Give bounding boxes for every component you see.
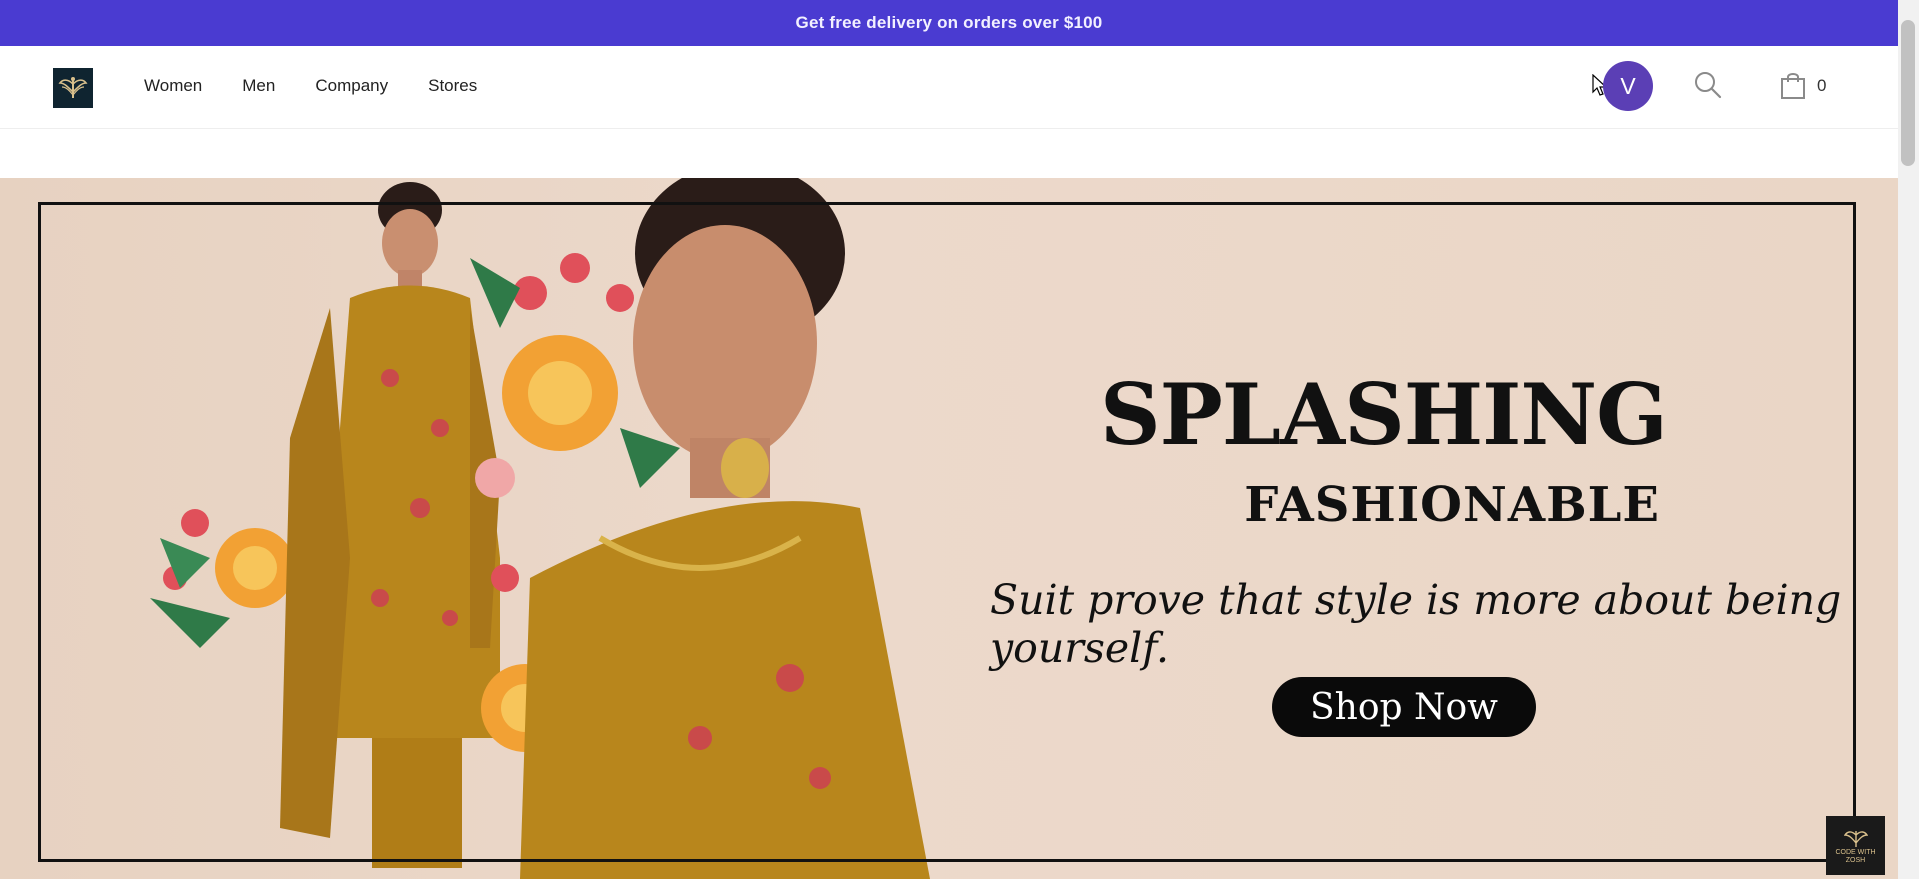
user-avatar[interactable]: V xyxy=(1603,61,1653,111)
promo-banner: Get free delivery on orders over $100 xyxy=(0,0,1898,46)
cart-count: 0 xyxy=(1817,76,1827,95)
nav-women[interactable]: Women xyxy=(144,76,202,96)
search-icon[interactable] xyxy=(1694,71,1722,99)
shopping-bag-icon[interactable] xyxy=(1780,70,1806,100)
hero-headline: SPLASHING xyxy=(1100,365,1668,464)
watermark-text: CODE WITH ZOSH xyxy=(1835,848,1876,864)
hero-tagline: Suit prove that style is more about bein… xyxy=(990,576,1842,672)
nav-company[interactable]: Company xyxy=(315,76,388,96)
site-header: Women Men Company Stores V 0 xyxy=(0,46,1898,129)
hero-banner: SPLASHING FASHIONABLE Suit prove that st… xyxy=(0,178,1898,879)
nav-men[interactable]: Men xyxy=(242,76,275,96)
brand-logo-icon[interactable] xyxy=(53,68,93,108)
hero-subheadline: FASHIONABLE xyxy=(1244,477,1660,533)
shop-now-button[interactable]: Shop Now xyxy=(1272,677,1536,737)
main-nav: Women Men Company Stores xyxy=(144,76,517,96)
channel-watermark-logo: CODE WITH ZOSH xyxy=(1826,816,1885,875)
watermark-wings-icon xyxy=(1843,830,1868,847)
scrollbar-thumb[interactable] xyxy=(1901,20,1915,166)
avatar-initial: V xyxy=(1620,72,1636,99)
promo-text: Get free delivery on orders over $100 xyxy=(795,13,1103,32)
nav-stores[interactable]: Stores xyxy=(428,76,477,96)
